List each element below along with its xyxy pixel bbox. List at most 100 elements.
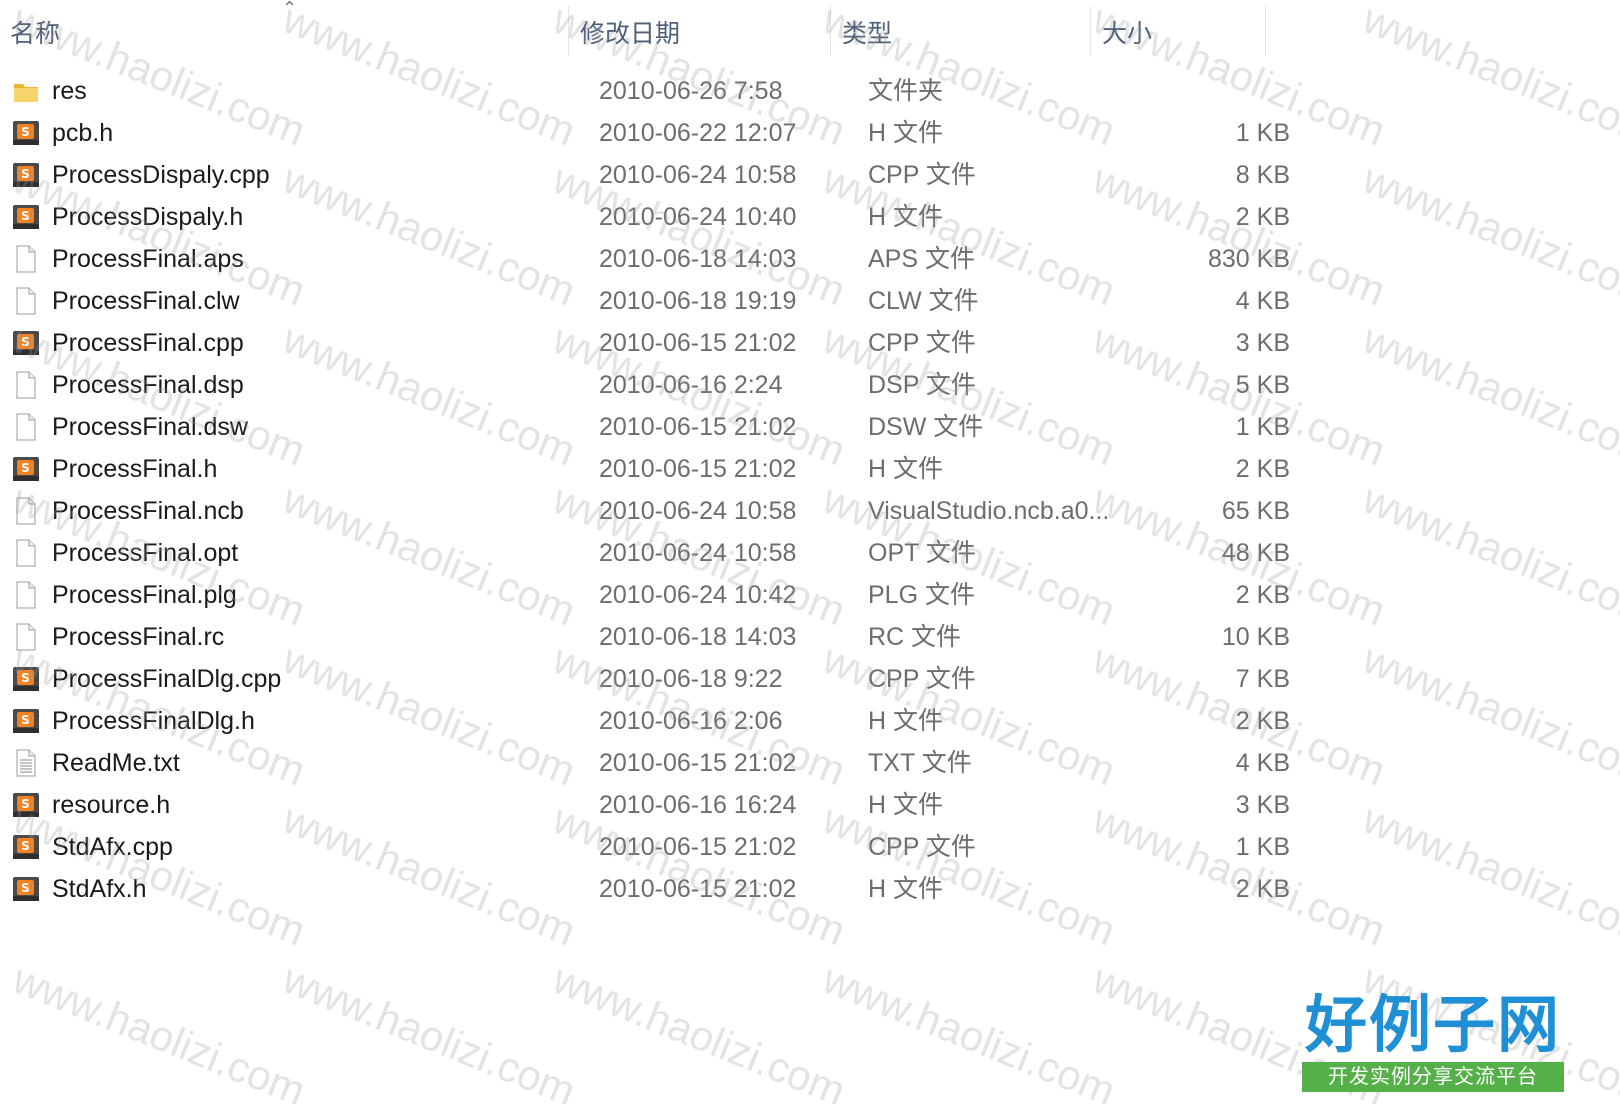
sort-ascending-icon: ⌃ <box>282 0 298 18</box>
file-size: 3 KB <box>1235 791 1290 819</box>
file-type: H 文件 <box>868 203 944 231</box>
file-row[interactable]: ProcessFinal.dsp 2010-06-16 2:24 DSP 文件 5 K… <box>0 364 1620 406</box>
file-date: 2010-06-15 21:02 <box>599 749 797 777</box>
column-divider[interactable] <box>1265 6 1266 56</box>
file-name[interactable]: ProcessFinal.dsw <box>52 406 248 448</box>
file-date: 2010-06-16 2:06 <box>599 707 783 735</box>
column-header-name[interactable]: 名称 <box>10 14 60 50</box>
file-row[interactable]: S StdAfx.cpp 2010-06-15 21:02 CPP 文件 1 KB <box>0 826 1620 868</box>
file-type: CLW 文件 <box>868 287 979 315</box>
file-name[interactable]: res <box>52 70 87 112</box>
file-row[interactable]: ProcessFinal.clw 2010-06-18 19:19 CLW 文件 4 … <box>0 280 1620 322</box>
file-date: 2010-06-15 21:02 <box>599 455 797 483</box>
file-name[interactable]: ProcessFinalDlg.cpp <box>52 658 281 700</box>
file-name[interactable]: ProcessFinal.clw <box>52 280 240 322</box>
file-date: 2010-06-16 16:24 <box>599 791 797 819</box>
svg-text:S: S <box>21 461 30 475</box>
file-size: 830 KB <box>1207 245 1290 273</box>
file-row[interactable]: ProcessFinal.aps 2010-06-18 14:03 APS 文件 83… <box>0 238 1620 280</box>
file-list: res 2010-06-26 7:58 文件夹 Spcb.h 2010-06-22 12… <box>0 70 1620 910</box>
file-row[interactable]: ProcessFinal.ncb 2010-06-24 10:58 VisualSt… <box>0 490 1620 532</box>
file-size: 2 KB <box>1235 875 1290 903</box>
file-row[interactable]: S ProcessFinalDlg.h 2010-06-16 2:06 H 文件 2 K… <box>0 700 1620 742</box>
file-type: CPP 文件 <box>868 161 976 189</box>
file-type: PLG 文件 <box>868 581 975 609</box>
file-name[interactable]: ProcessFinal.cpp <box>52 322 244 364</box>
file-date: 2010-06-15 21:02 <box>599 833 797 861</box>
file-row[interactable]: ProcessFinal.dsw 2010-06-15 21:02 DSW 文件 1 … <box>0 406 1620 448</box>
file-type: RC 文件 <box>868 623 962 651</box>
file-name[interactable]: ProcessDispaly.h <box>52 196 243 238</box>
file-name[interactable]: ProcessFinal.aps <box>52 238 244 280</box>
file-row[interactable]: ProcessFinal.rc 2010-06-18 14:03 RC 文件 10 K… <box>0 616 1620 658</box>
file-row[interactable]: S ProcessFinal.h 2010-06-15 21:02 H 文件 2 KB <box>0 448 1620 490</box>
file-name[interactable]: ProcessFinalDlg.h <box>52 700 255 742</box>
watermark-text: www.haolizi.com <box>816 954 1122 1104</box>
file-name[interactable]: ProcessDispaly.cpp <box>52 154 270 196</box>
file-row[interactable]: res 2010-06-26 7:58 文件夹 <box>0 70 1620 112</box>
file-size: 48 KB <box>1221 539 1290 567</box>
watermark-text: www.haolizi.com <box>276 954 582 1104</box>
watermark-text: www.haolizi.com <box>546 954 852 1104</box>
file-size: 10 KB <box>1221 623 1290 651</box>
file-row[interactable]: ProcessFinal.plg 2010-06-24 10:42 PLG 文件 2 … <box>0 574 1620 616</box>
file-size: 2 KB <box>1235 707 1290 735</box>
file-row[interactable]: S ProcessFinalDlg.cpp 2010-06-18 9:22 CPP 文… <box>0 658 1620 700</box>
file-size: 8 KB <box>1235 161 1290 189</box>
file-date: 2010-06-18 19:19 <box>599 287 797 315</box>
sublime-file-icon: S <box>12 791 40 819</box>
svg-text:S: S <box>21 125 30 139</box>
blank-file-icon <box>12 497 40 525</box>
file-row[interactable]: S ProcessFinal.cpp 2010-06-15 21:02 CPP 文件 3… <box>0 322 1620 364</box>
file-row[interactable]: S ProcessDispaly.h 2010-06-24 10:40 H 文件 2 K… <box>0 196 1620 238</box>
file-size: 2 KB <box>1235 581 1290 609</box>
file-name[interactable]: ReadMe.txt <box>52 742 180 784</box>
column-divider[interactable] <box>568 6 569 56</box>
file-type: CPP 文件 <box>868 665 976 693</box>
column-header-date[interactable]: 修改日期 <box>580 14 680 50</box>
column-divider[interactable] <box>1090 6 1091 56</box>
file-date: 2010-06-24 10:40 <box>599 203 797 231</box>
file-date: 2010-06-24 10:58 <box>599 497 797 525</box>
file-row[interactable]: Sresource.h 2010-06-16 16:24 H 文件 3 KB <box>0 784 1620 826</box>
file-date: 2010-06-24 10:42 <box>599 581 797 609</box>
file-type: H 文件 <box>868 791 944 819</box>
file-name[interactable]: ProcessFinal.dsp <box>52 364 244 406</box>
column-header-size[interactable]: 大小 <box>1102 14 1152 50</box>
file-date: 2010-06-26 7:58 <box>599 77 783 105</box>
haolizi-logo: 好例子网 开发实例分享交流平台 <box>1300 990 1566 1094</box>
file-type: 文件夹 <box>868 77 944 105</box>
file-size: 3 KB <box>1235 329 1290 357</box>
file-name[interactable]: pcb.h <box>52 112 113 154</box>
file-row[interactable]: Spcb.h 2010-06-22 12:07 H 文件 1 KB <box>0 112 1620 154</box>
sublime-file-icon: S <box>12 203 40 231</box>
file-name[interactable]: ProcessFinal.plg <box>52 574 237 616</box>
file-name[interactable]: ProcessFinal.opt <box>52 532 238 574</box>
blank-file-icon <box>12 623 40 651</box>
file-row[interactable]: S StdAfx.h 2010-06-15 21:02 H 文件 2 KB <box>0 868 1620 910</box>
file-name[interactable]: StdAfx.cpp <box>52 826 173 868</box>
file-row[interactable]: ProcessFinal.opt 2010-06-24 10:58 OPT 文件 48… <box>0 532 1620 574</box>
sublime-file-icon: S <box>12 455 40 483</box>
file-type: VisualStudio.ncb.a0... <box>868 497 1110 525</box>
blank-file-icon <box>12 413 40 441</box>
file-row[interactable]: S ProcessDispaly.cpp 2010-06-24 10:58 CPP 文… <box>0 154 1620 196</box>
file-size: 4 KB <box>1235 749 1290 777</box>
column-divider[interactable] <box>830 6 831 56</box>
file-name[interactable]: resource.h <box>52 784 170 826</box>
file-type: OPT 文件 <box>868 539 976 567</box>
svg-text:S: S <box>21 335 30 349</box>
folder-icon <box>12 77 40 105</box>
svg-text:S: S <box>21 713 30 727</box>
file-date: 2010-06-15 21:02 <box>599 329 797 357</box>
file-row[interactable]: ReadMe.txt 2010-06-15 21:02 TXT 文件 4 KB <box>0 742 1620 784</box>
file-name[interactable]: StdAfx.h <box>52 868 147 910</box>
file-name[interactable]: ProcessFinal.rc <box>52 616 224 658</box>
column-header-type[interactable]: 类型 <box>842 14 892 50</box>
file-type: DSW 文件 <box>868 413 984 441</box>
sublime-file-icon: S <box>12 161 40 189</box>
svg-text:S: S <box>21 881 30 895</box>
blank-file-icon <box>12 371 40 399</box>
file-name[interactable]: ProcessFinal.ncb <box>52 490 244 532</box>
file-name[interactable]: ProcessFinal.h <box>52 448 217 490</box>
